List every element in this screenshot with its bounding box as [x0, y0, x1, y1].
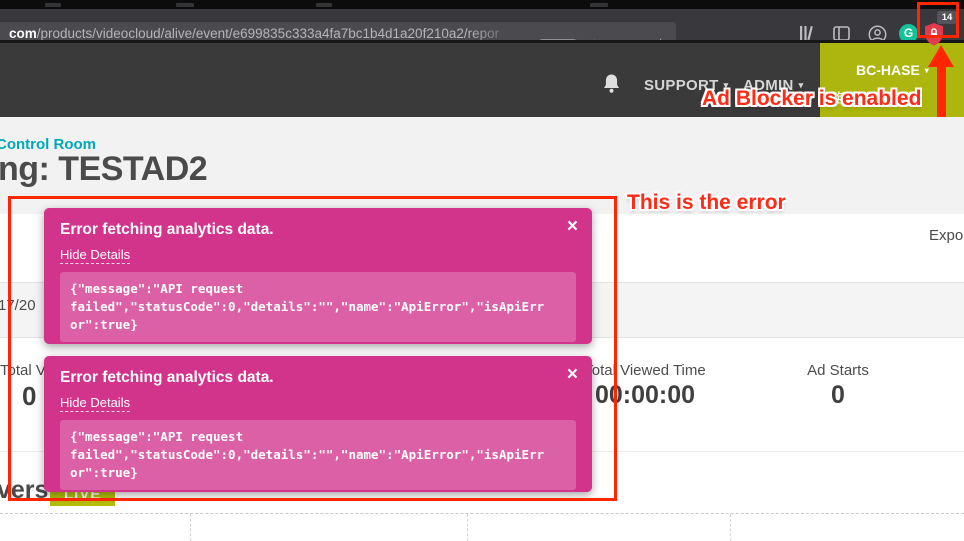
close-icon[interactable]: × — [567, 217, 578, 236]
account-user-name: 海生 長谷 — [832, 88, 896, 109]
browser-tab-strip — [0, 0, 964, 9]
caret-down-icon: ▾ — [799, 80, 804, 91]
export-button[interactable]: Export — [929, 227, 964, 244]
error-json-details: {"message":"API request failed","statusCo… — [60, 272, 576, 342]
nav-support[interactable]: SUPPORT ▾ — [644, 77, 728, 94]
chart-gridline-vertical — [730, 514, 731, 541]
url-domain: com — [9, 26, 37, 41]
error-title: Error fetching analytics data. — [60, 369, 576, 387]
close-icon[interactable]: × — [567, 365, 578, 384]
account-name-label: BC-HASE — [856, 62, 920, 78]
error-title: Error fetching analytics data. — [60, 221, 576, 239]
caret-down-icon: ▾ — [925, 66, 929, 75]
tab-fragment — [176, 3, 194, 7]
tab-fragment — [590, 3, 608, 7]
code-line: {"message":"API request — [70, 429, 243, 444]
code-line: {"message":"API request — [70, 281, 243, 296]
chart-gridline-vertical — [467, 514, 468, 541]
stat-value: 0 — [778, 381, 898, 410]
hide-details-link[interactable]: Hide Details — [60, 395, 130, 412]
adblocker-count-badge: 14 — [937, 11, 957, 24]
code-line: failed","statusCode":0,"details":"","nam… — [70, 299, 544, 314]
browser-toolbar: com/products/videocloud/alive/event/e699… — [0, 9, 964, 40]
nav-support-label: SUPPORT — [644, 77, 719, 94]
nav-admin[interactable]: ADMIN ▾ — [743, 77, 804, 94]
viewers-heading: vers — [0, 476, 48, 505]
annotation-error-text: This is the error — [627, 191, 786, 215]
code-line: or":true} — [70, 317, 138, 332]
library-icon[interactable] — [799, 25, 817, 41]
stat-ad-starts: Ad Starts 0 — [778, 362, 898, 410]
sidebar-toggle-icon[interactable] — [833, 26, 850, 41]
stat-label: Ad Starts — [778, 362, 898, 379]
date-range-text: 17/20 — [0, 297, 36, 314]
url-path: /products/videocloud/alive/event/e699835… — [37, 26, 499, 41]
hide-details-link[interactable]: Hide Details — [60, 247, 130, 264]
error-alert-panel: Error fetching analytics data. × Hide De… — [44, 356, 592, 492]
adblocker-shield-icon[interactable] — [923, 22, 945, 47]
caret-down-icon: ▾ — [724, 80, 729, 91]
notifications-bell-icon[interactable] — [602, 73, 621, 94]
code-line: or":true} — [70, 465, 138, 480]
chart-gridline-vertical — [190, 514, 191, 541]
tab-fragment — [316, 3, 332, 7]
error-json-details: {"message":"API request failed","statusCo… — [60, 420, 576, 490]
tab-fragment — [45, 3, 61, 7]
code-line: failed","statusCode":0,"details":"","nam… — [70, 447, 544, 462]
nav-admin-label: ADMIN — [743, 77, 794, 94]
site-header: SUPPORT ▾ ADMIN ▾ BC-HASE ▾ 海生 長谷 — [0, 43, 964, 117]
page-title: ng: TESTAD2 — [0, 150, 207, 189]
error-alert-panel: Error fetching analytics data. × Hide De… — [44, 208, 592, 344]
chart-gridline-horizontal — [0, 513, 964, 514]
account-menu[interactable]: BC-HASE ▾ 海生 長谷 — [820, 43, 964, 117]
account-name: BC-HASE ▾ — [856, 62, 929, 78]
screen: com/products/videocloud/alive/event/e699… — [0, 0, 964, 541]
